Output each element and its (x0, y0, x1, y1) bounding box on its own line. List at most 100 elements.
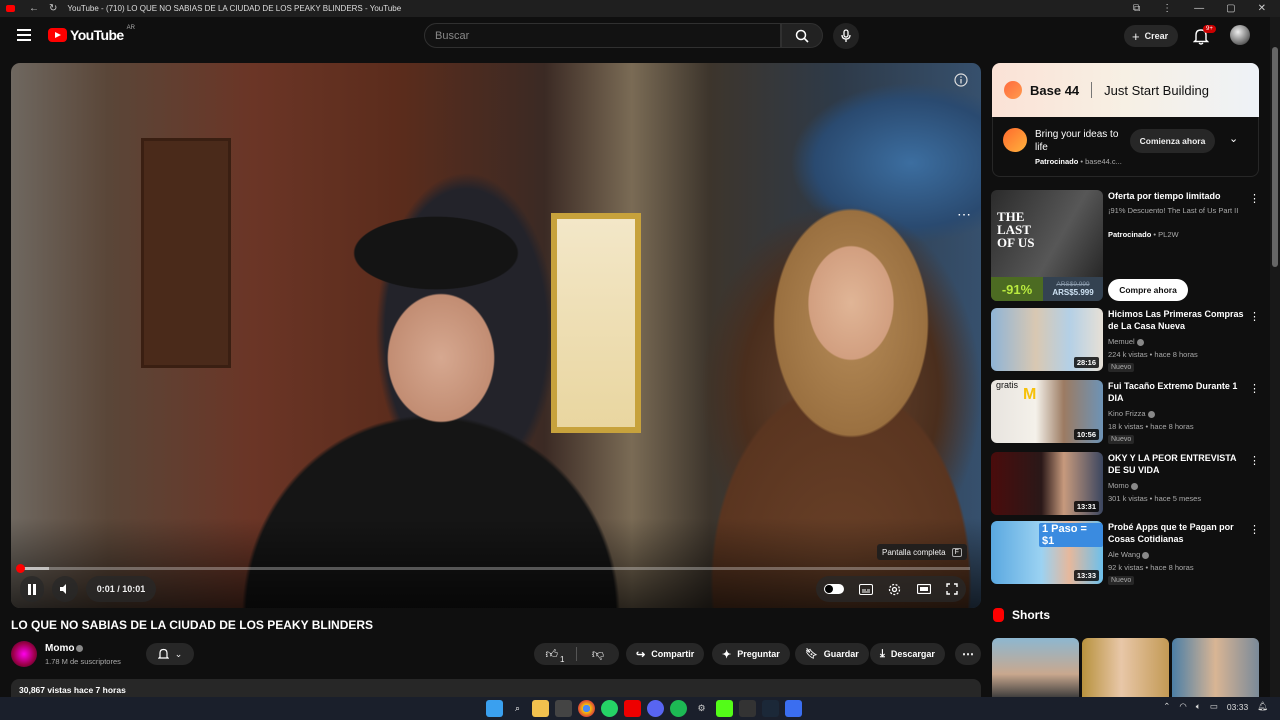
speaker-icon[interactable]: 🔈︎ (1196, 701, 1201, 712)
recommendation-title[interactable]: Fui Tacaño Extremo Durante 1 DIA (1108, 380, 1248, 404)
recommendation-thumbnail[interactable]: 13:31 (991, 452, 1103, 515)
extensions-icon[interactable]: ⧉ (1133, 3, 1140, 14)
recommendation-channel-text[interactable]: Ale Wang (1108, 550, 1140, 559)
recommendation-channel-text[interactable]: Kino Frizza (1108, 409, 1146, 418)
search-icon[interactable]: ⌕ (509, 700, 526, 717)
more-actions-icon[interactable]: ⋯ (957, 206, 971, 223)
share-button[interactable]: ↪ Compartir (626, 643, 705, 665)
recommendation-channel[interactable]: Ale Wang (1108, 549, 1150, 560)
wifi-icon[interactable]: ◠ (1179, 701, 1186, 712)
discord-icon[interactable] (647, 700, 664, 717)
fullscreen-icon[interactable] (946, 583, 958, 595)
steam-icon[interactable] (762, 700, 779, 717)
chrome-icon[interactable] (578, 700, 595, 717)
volume-button[interactable] (52, 576, 78, 602)
reload-icon[interactable]: ↻ (49, 3, 57, 14)
player-right-controls (816, 576, 966, 602)
ad-divider (1091, 82, 1093, 98)
windows-start-icon[interactable] (486, 700, 503, 717)
save-button[interactable]: 🔖︎ Guardar (795, 643, 869, 665)
recommendation-item[interactable]: 13:31 OKY Y LA PEOR ENTREVISTA DE SU VID… (991, 452, 1266, 518)
new-badge: Nuevo (1108, 576, 1135, 585)
notification-center-icon[interactable]: 🔔︎ (1257, 701, 1268, 712)
recommendation-thumbnail[interactable]: 1 Paso = $1 13:33 (991, 521, 1103, 584)
recommendation-item[interactable]: 1 Paso = $1 13:33 Probé Apps que te Paga… (991, 521, 1266, 587)
recommendation-channel[interactable]: Momo (1108, 480, 1138, 491)
progress-bar[interactable] (20, 567, 970, 570)
account-avatar[interactable] (1230, 25, 1250, 45)
recommendation-channel-text[interactable]: Momo (1108, 481, 1129, 490)
youtube-logo[interactable]: YouTube AR (48, 25, 135, 43)
hamburger-menu-icon[interactable] (17, 29, 31, 41)
recommendation-item[interactable]: gratis M 10:56 Fui Tacaño Extremo Durant… (991, 380, 1266, 446)
short-thumbnail[interactable] (992, 638, 1079, 698)
recommendation-channel[interactable]: Kino Frizza (1108, 408, 1155, 419)
terminal-icon[interactable] (739, 700, 756, 717)
promo-cta-button[interactable]: Compre ahora (1108, 279, 1188, 301)
recommendation-item[interactable]: 28:16 Hicimos Las Primeras Compras de La… (991, 308, 1266, 374)
more-vertical-icon[interactable]: ⋮ (1249, 523, 1260, 536)
voice-search-button[interactable] (833, 23, 859, 49)
recommendation-title[interactable]: Probé Apps que te Pagan por Cosas Cotidi… (1108, 521, 1248, 545)
more-vertical-icon[interactable]: ⋮ (1249, 310, 1260, 323)
dislike-button[interactable]: 👎︎ (577, 643, 619, 665)
more-vertical-icon[interactable]: ⋮ (1249, 192, 1260, 205)
recommendation-channel[interactable]: Memuel (1108, 336, 1144, 347)
recommendation-title[interactable]: Hicimos Las Primeras Compras de La Casa … (1108, 308, 1248, 332)
shorts-icon (993, 608, 1004, 622)
search-button[interactable] (781, 23, 823, 48)
back-arrow-icon[interactable]: ← (29, 3, 39, 14)
spotify-icon[interactable] (670, 700, 687, 717)
short-thumbnail[interactable] (1172, 638, 1259, 698)
close-window-icon[interactable]: ✕ (1258, 3, 1266, 14)
channel-name-text[interactable]: Momo (45, 643, 74, 654)
settings-icon[interactable]: ⚙ (693, 700, 710, 717)
more-options-button[interactable]: ⋯ (955, 643, 981, 665)
calculator-icon[interactable] (555, 700, 572, 717)
chevron-down-icon[interactable]: ⌄ (1229, 132, 1238, 145)
recommendation-thumbnail[interactable]: 28:16 (991, 308, 1103, 371)
kick-icon[interactable] (716, 700, 733, 717)
download-button[interactable]: ⤓ Descargar (870, 643, 945, 665)
maximize-icon[interactable]: ▢ (1226, 3, 1235, 14)
channel-avatar[interactable] (11, 641, 37, 667)
recommendation-title[interactable]: OKY Y LA PEOR ENTREVISTA DE SU VIDA (1108, 452, 1248, 476)
scrollbar-thumb[interactable] (1272, 47, 1278, 267)
youtube-app-icon[interactable] (624, 700, 641, 717)
like-button[interactable]: 👍︎ 1 (534, 643, 576, 665)
file-explorer-icon[interactable] (532, 700, 549, 717)
tray-chevron-icon[interactable]: ⌃ (1163, 701, 1170, 712)
subtitles-icon[interactable] (859, 583, 874, 595)
ad-cta-button[interactable]: Comienza ahora (1130, 129, 1215, 153)
progress-scrubber[interactable] (16, 564, 25, 573)
promo-title[interactable]: Oferta por tiempo limitado (1108, 190, 1248, 202)
subscription-bell-button[interactable]: ⌄ (146, 643, 194, 665)
page-scrollbar[interactable] (1270, 17, 1280, 697)
app-icon[interactable] (785, 700, 802, 717)
more-vertical-icon[interactable]: ⋮ (1249, 382, 1260, 395)
browser-menu-icon[interactable]: ⋮ (1162, 3, 1172, 14)
promoted-item[interactable]: THE LAST OF US -91% ARS$9,999 ARS$5.999 Of… (991, 190, 1266, 305)
video-player[interactable]: ⋯ 0:01 / 10:01 Pantalla completa F (11, 63, 981, 608)
info-icon[interactable] (954, 73, 968, 87)
ask-button[interactable]: ✦ Preguntar (712, 643, 790, 665)
short-thumbnail[interactable] (1082, 638, 1169, 698)
channel-name[interactable]: Momo (45, 643, 84, 654)
recommendation-channel-text[interactable]: Memuel (1108, 337, 1135, 346)
more-vertical-icon[interactable]: ⋮ (1249, 454, 1260, 467)
pause-button[interactable] (20, 576, 44, 602)
recommendation-thumbnail[interactable]: gratis M 10:56 (991, 380, 1103, 443)
search-input[interactable] (425, 24, 780, 47)
autoplay-toggle[interactable] (823, 584, 844, 594)
ad-banner[interactable]: Base 44 Just Start Building (992, 63, 1259, 117)
battery-icon[interactable]: ▭ (1210, 701, 1218, 712)
settings-gear-icon[interactable] (888, 583, 901, 596)
whatsapp-icon[interactable] (601, 700, 618, 717)
create-label: Crear (1144, 31, 1169, 41)
clock[interactable]: 03:33 (1227, 702, 1248, 712)
ad-card[interactable]: Bring your ideas to life Patrocinado • b… (992, 117, 1259, 177)
create-button[interactable]: + Crear (1124, 25, 1179, 47)
promo-thumbnail[interactable]: THE LAST OF US -91% ARS$9,999 ARS$5.999 (991, 190, 1103, 301)
minimize-icon[interactable]: — (1194, 3, 1204, 14)
theater-mode-icon[interactable] (916, 584, 931, 594)
